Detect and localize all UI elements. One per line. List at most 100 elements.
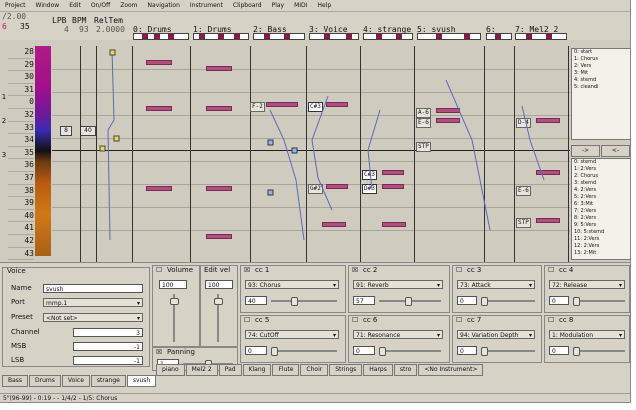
- remove-from-playlist-button[interactable]: <-: [601, 145, 630, 157]
- automation-curves[interactable]: [52, 40, 570, 240]
- cc6-select[interactable]: 71: Resonance: [353, 330, 443, 340]
- volume-checkbox[interactable]: ☐: [156, 266, 162, 275]
- track-header-5[interactable]: 5: svush: [417, 26, 483, 40]
- menu-window[interactable]: Window: [31, 0, 65, 11]
- list-item[interactable]: 5: 2:Vers: [572, 194, 630, 201]
- list-item[interactable]: 3: stemd: [572, 180, 630, 187]
- cc8-select[interactable]: 1: Modulation: [549, 330, 625, 340]
- tab-instrument[interactable]: Drums: [29, 375, 61, 387]
- tab-voice[interactable]: Pad: [218, 364, 242, 376]
- track-header-2[interactable]: 2: Bass: [253, 26, 307, 40]
- tab-voice[interactable]: stro: [393, 364, 418, 376]
- list-item[interactable]: 0: stemd: [572, 159, 630, 166]
- editvel-spinbox[interactable]: 100: [205, 280, 233, 289]
- port-select[interactable]: mmp.1: [43, 298, 143, 308]
- cc4-select[interactable]: 72: Release: [549, 280, 625, 290]
- menu-zoom[interactable]: Zoom: [115, 0, 142, 11]
- cc4-slider[interactable]: [573, 300, 625, 302]
- cc5-slider-knob[interactable]: [271, 347, 278, 356]
- cc2-slider-knob[interactable]: [405, 297, 412, 306]
- list-item[interactable]: 3: Mit: [572, 70, 630, 77]
- cc6-slider-knob[interactable]: [379, 347, 386, 356]
- lpb-value[interactable]: 4: [64, 25, 69, 35]
- playlist[interactable]: 0: stemd 1: 2:Vers 2: Chorus 3: stemd 4:…: [571, 158, 630, 260]
- cc8-checkbox[interactable]: ☐: [548, 316, 554, 325]
- list-item[interactable]: 6: 3:Mit: [572, 201, 630, 208]
- tab-voice[interactable]: Choir: [300, 364, 329, 376]
- volume-slider-knob[interactable]: [170, 298, 179, 305]
- list-item[interactable]: 1: 2:Vers: [572, 166, 630, 173]
- list-item[interactable]: 1: Chorus: [572, 56, 630, 63]
- name-input[interactable]: svush: [43, 284, 143, 293]
- cc1-select[interactable]: 93: Chorus: [245, 280, 339, 290]
- track-volume-bar[interactable]: [309, 33, 359, 40]
- cc7-slider-knob[interactable]: [481, 347, 488, 356]
- cc8-slider-knob[interactable]: [573, 347, 580, 356]
- menu-navigation[interactable]: Navigation: [143, 0, 185, 11]
- cc2-spinbox[interactable]: 57: [353, 296, 375, 305]
- sequence-list-top[interactable]: 0: start 1: Chorus 2: Vers 3: Mit 4: ste…: [571, 48, 630, 140]
- msb-spinbox[interactable]: -1: [73, 342, 143, 351]
- list-item[interactable]: 10: 5:stemd: [572, 229, 630, 236]
- tab-instrument[interactable]: strange: [90, 375, 126, 387]
- volume-spinbox[interactable]: 100: [159, 280, 187, 289]
- cc7-checkbox[interactable]: ☐: [456, 316, 462, 325]
- cc3-select[interactable]: 73: Attack: [457, 280, 535, 290]
- cc2-checkbox[interactable]: ☒: [352, 266, 358, 275]
- cc1-slider-knob[interactable]: [291, 297, 298, 306]
- tab-voice[interactable]: <No Instrument>: [418, 364, 484, 376]
- cc3-slider-knob[interactable]: [481, 297, 488, 306]
- menu-edit[interactable]: Edit: [64, 0, 86, 11]
- list-item[interactable]: 2: Vers: [572, 63, 630, 70]
- track-volume-bar[interactable]: [133, 33, 189, 40]
- track-header-4[interactable]: 4: strange: [363, 26, 415, 40]
- tab-voice[interactable]: Mel2 2: [185, 364, 218, 376]
- cc5-spinbox[interactable]: 0: [245, 346, 267, 355]
- list-item[interactable]: 7: 2:Vers: [572, 208, 630, 215]
- tab-instrument[interactable]: Bass: [2, 375, 29, 387]
- track-volume-bar[interactable]: [417, 33, 481, 40]
- cc3-spinbox[interactable]: 0: [457, 296, 477, 305]
- lsb-spinbox[interactable]: -1: [73, 356, 143, 365]
- menu-play[interactable]: Play: [267, 0, 290, 11]
- track-header-3[interactable]: 3: Voice: [309, 26, 361, 40]
- tab-voice[interactable]: Flute: [272, 364, 300, 376]
- cc3-slider[interactable]: [481, 300, 535, 302]
- cc5-checkbox[interactable]: ☐: [244, 316, 250, 325]
- track-volume-bar[interactable]: [253, 33, 305, 40]
- menu-help[interactable]: Help: [312, 0, 336, 11]
- channel-spinbox[interactable]: 3: [73, 328, 143, 337]
- panning-checkbox[interactable]: ☒: [156, 348, 162, 357]
- track-header-1[interactable]: 1: Drums: [193, 26, 251, 40]
- tab-voice[interactable]: Strings: [329, 364, 363, 376]
- track-volume-bar[interactable]: [515, 33, 567, 40]
- list-item[interactable]: 13: 2:Mit: [572, 250, 630, 257]
- tab-instrument[interactable]: Voice: [61, 375, 90, 387]
- list-item[interactable]: 4: 2:Vers: [572, 187, 630, 194]
- menu-instrument[interactable]: Instrument: [185, 0, 228, 11]
- cc1-checkbox[interactable]: ☒: [244, 266, 250, 275]
- cc7-select[interactable]: 94: Variation Depth: [457, 330, 535, 340]
- track-volume-bar[interactable]: [193, 33, 249, 40]
- track-header-7[interactable]: 7: Mel2 2: [515, 26, 569, 40]
- tab-instrument-active[interactable]: svush: [126, 375, 157, 387]
- track-header-0[interactable]: 0: Drums: [133, 26, 191, 40]
- track-header-6[interactable]: 6: pia: [486, 26, 514, 42]
- menu-clipboard[interactable]: Clipboard: [228, 0, 267, 11]
- track-volume-bar[interactable]: [363, 33, 413, 40]
- tab-voice[interactable]: Harps: [363, 364, 393, 376]
- list-item[interactable]: 12: 2:Vers: [572, 243, 630, 250]
- cc7-spinbox[interactable]: 0: [457, 346, 477, 355]
- cc5-select[interactable]: 74: CutOff: [245, 330, 339, 340]
- cc7-slider[interactable]: [481, 350, 535, 352]
- track-volume-bar[interactable]: [486, 33, 512, 40]
- list-item[interactable]: 11: 2:Vers: [572, 236, 630, 243]
- list-item[interactable]: 2: Chorus: [572, 173, 630, 180]
- reltem-value[interactable]: 2.0000: [96, 25, 125, 35]
- preset-select[interactable]: <Not set>: [43, 313, 143, 323]
- list-item[interactable]: 5: cleandi: [572, 84, 630, 91]
- cc8-spinbox[interactable]: 0: [549, 346, 569, 355]
- cc6-slider[interactable]: [379, 350, 441, 352]
- cc4-spinbox[interactable]: 0: [549, 296, 569, 305]
- cc6-checkbox[interactable]: ☐: [352, 316, 358, 325]
